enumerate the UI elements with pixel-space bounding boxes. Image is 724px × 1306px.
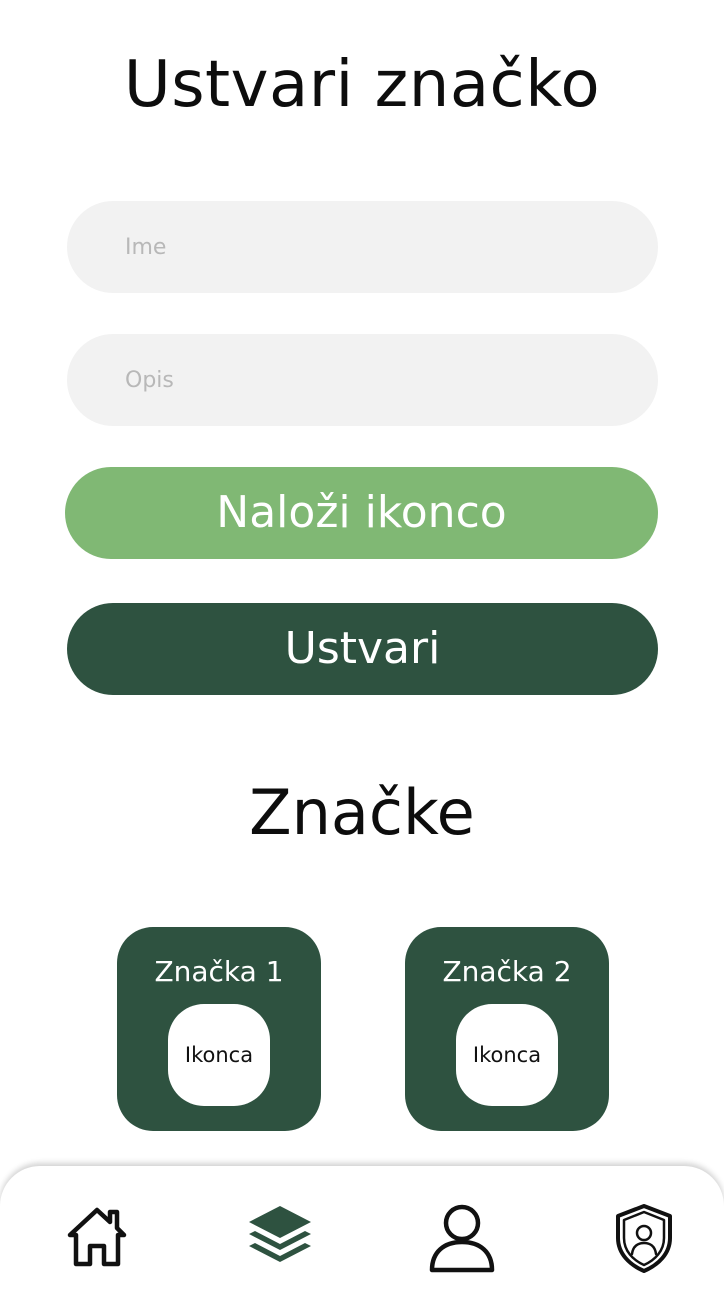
name-input[interactable] [67,201,658,293]
user-icon [429,1204,495,1273]
bottom-navigation [0,1166,724,1306]
badge-icon-placeholder: Ikonca [168,1004,270,1106]
badge-icon-label: Ikonca [184,1043,254,1067]
description-field-container [67,334,658,426]
page-title: Ustvari značko [123,48,601,122]
nav-admin[interactable] [604,1202,684,1282]
nav-layers[interactable] [240,1202,320,1282]
shield-user-icon [616,1204,672,1273]
upload-icon-button[interactable]: Naloži ikonco [65,467,658,559]
badge-icon-label: Ikonca [472,1043,542,1067]
create-button[interactable]: Ustvari [67,603,658,695]
badge-name: Značka 1 [154,955,284,988]
home-icon [67,1207,127,1267]
badge-name: Značka 2 [442,955,572,988]
nav-profile[interactable] [422,1202,502,1282]
nav-home[interactable] [57,1202,137,1282]
badge-card[interactable]: Značka 2 Ikonca [405,927,609,1131]
badge-icon-placeholder: Ikonca [456,1004,558,1106]
layers-icon [249,1206,311,1262]
badges-section-title: Značke [249,776,475,849]
description-input[interactable] [67,334,658,426]
badge-card[interactable]: Značka 1 Ikonca [117,927,321,1131]
name-field-container [67,201,658,293]
